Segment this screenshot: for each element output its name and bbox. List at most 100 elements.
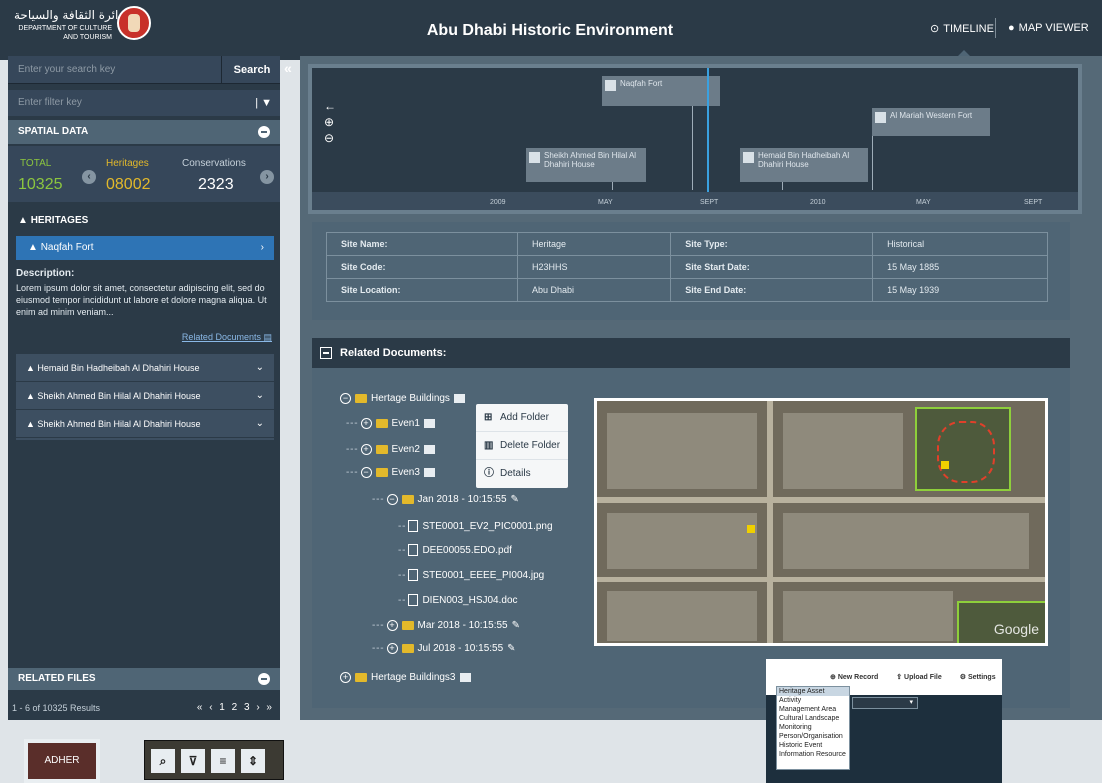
- list-item[interactable]: ▲ Hemaid Bin Hadheibah Al Dhahiri House ⌄: [16, 354, 274, 382]
- adher-button[interactable]: ADHER: [24, 739, 100, 783]
- file-name: DIEN003_HSJ04.doc: [422, 594, 518, 606]
- collapse-node-icon[interactable]: −: [386, 494, 398, 505]
- dropdown-option[interactable]: Monitoring: [777, 723, 849, 732]
- edit-icon[interactable]: ✎: [507, 643, 515, 654]
- timeline-event[interactable]: Naqfah Fort: [602, 76, 720, 106]
- site-location-value: Abu Dhabi: [516, 278, 672, 302]
- pagination[interactable]: « ‹ 1 2 3 › »: [197, 698, 274, 718]
- sort-icon[interactable]: ⇕: [241, 749, 265, 773]
- site-info-table: Site Name: Heritage Site Type: Historica…: [326, 232, 1048, 302]
- map-marker-icon[interactable]: [747, 525, 755, 533]
- timeline-panel[interactable]: ← ⊕ ⊖ Naqfah Fort Sheikh Ahmed Bin Hilal…: [308, 64, 1082, 214]
- dropdown-option[interactable]: Historic Event: [777, 741, 849, 750]
- related-files-header[interactable]: RELATED FILES: [8, 668, 280, 690]
- dropdown-option[interactable]: Management Area: [777, 705, 849, 714]
- funnel-icon[interactable]: | ▼: [255, 90, 272, 116]
- collapse-node-icon[interactable]: −: [360, 467, 372, 478]
- new-record-button[interactable]: ⊕ New Record: [830, 674, 886, 681]
- nav-map-viewer[interactable]: ● MAP VIEWER: [1008, 22, 1089, 34]
- open-folder-icon: [375, 468, 388, 477]
- collapse-minus-icon[interactable]: [258, 126, 270, 138]
- tree-node-root3[interactable]: + Hertage Buildings3: [340, 672, 471, 683]
- zoom-out-icon[interactable]: ⊖: [324, 130, 336, 146]
- stats-panel: TOTAL 10325 ‹ Heritages 08002 Conservati…: [8, 146, 280, 202]
- dropdown-option[interactable]: Cultural Landscape: [777, 714, 849, 723]
- map-block: [607, 513, 757, 569]
- zoom-in-icon[interactable]: ⊕: [324, 114, 336, 130]
- prev-arrow-icon[interactable]: ‹: [82, 170, 96, 184]
- tree-node-label: Hertage Buildings: [371, 393, 450, 404]
- related-documents-link[interactable]: Related Documents ▤: [16, 332, 272, 343]
- settings-button[interactable]: ⚙ Settings: [960, 674, 1004, 681]
- tree-node-even2[interactable]: - - - + Even2: [346, 444, 435, 455]
- spatial-data-header[interactable]: SPATIAL DATA: [8, 120, 280, 144]
- expand-node-icon[interactable]: +: [340, 672, 351, 683]
- expand-node-icon[interactable]: +: [386, 620, 398, 631]
- map-marker-icon[interactable]: [941, 461, 949, 469]
- record-panel-snippet: ⊕ New Record ⇪ Upload File ⚙ Settings ▾ …: [766, 659, 1002, 783]
- conservations-value: 2323: [198, 176, 234, 193]
- tree-node-root[interactable]: − Hertage Buildings: [340, 393, 465, 404]
- timeline-event[interactable]: Al Mariah Western Fort: [872, 108, 990, 136]
- search-tool-icon[interactable]: ⌕: [151, 749, 175, 773]
- folder-tag-icon: [459, 673, 471, 682]
- dropdown-option[interactable]: Activity: [777, 696, 849, 705]
- tree-node-even1[interactable]: - - - + Even1: [346, 418, 435, 429]
- list-item[interactable]: ▲ Sheikh Ahmed Bin Hilal Al Dhahiri Hous…: [16, 410, 274, 438]
- collapse-sidebar-icon[interactable]: «: [284, 60, 300, 78]
- file-icon: [408, 544, 419, 556]
- tree-file[interactable]: - - STE0001_EEEE_PI004.jpg: [398, 569, 544, 581]
- expand-node-icon[interactable]: +: [386, 643, 398, 654]
- delete-folder-menu-item[interactable]: ▥ Delete Folder: [476, 432, 568, 460]
- clock-icon: ⊙: [930, 23, 940, 35]
- tree-node-even3[interactable]: - - - − Even3: [346, 467, 435, 478]
- collapse-node-icon[interactable]: −: [340, 393, 351, 404]
- clear-filter-icon[interactable]: ⊽: [181, 749, 205, 773]
- timeline-event[interactable]: Hemaid Bin Hadheibah Al Dhahiri House: [740, 148, 868, 182]
- site-code-value: H23HHS: [516, 255, 672, 279]
- related-documents-link-label: Related Documents: [181, 332, 261, 342]
- upload-file-button[interactable]: ⇪ Upload File: [896, 674, 950, 681]
- related-documents-header[interactable]: Related Documents:: [312, 338, 1070, 368]
- tree-node-jul[interactable]: - - - + Jul 2018 - 10:15:55 ✎: [372, 643, 516, 654]
- tree-file[interactable]: - - STE0001_EV2_PIC0001.png: [398, 520, 553, 532]
- expand-node-icon[interactable]: +: [360, 418, 372, 429]
- logo-arabic-text: دائرة الثقافة والسياحة: [14, 8, 124, 22]
- details-menu-item[interactable]: ⓘ Details: [476, 460, 568, 488]
- search-button[interactable]: Search: [224, 56, 280, 84]
- chevron-down-icon[interactable]: ⌄: [256, 410, 264, 438]
- list-filter-icon[interactable]: ≡: [211, 749, 235, 773]
- chevron-down-icon[interactable]: ⌄: [256, 354, 264, 382]
- list-item[interactable]: ▲ Sheikh Ahmed Bin Hilal Al Dhahiri Hous…: [16, 382, 274, 410]
- dropdown-option[interactable]: Person/Organisation: [777, 732, 849, 741]
- collapse-square-icon[interactable]: [320, 347, 332, 359]
- satellite-map[interactable]: Google: [594, 398, 1048, 646]
- dropdown-option[interactable]: Heritage Asset: [777, 687, 849, 696]
- filter-input[interactable]: Enter filter key | ▼: [8, 90, 280, 116]
- search-input[interactable]: Enter your search key: [8, 56, 222, 84]
- map-road: [597, 497, 1045, 503]
- record-type-select[interactable]: ▾: [852, 697, 918, 709]
- edit-icon[interactable]: ✎: [511, 494, 519, 505]
- timeline-tick: MAY: [598, 199, 613, 206]
- timeline-event[interactable]: Sheikh Ahmed Bin Hilal Al Dhahiri House: [526, 148, 646, 182]
- filter-placeholder: Enter filter key: [18, 97, 82, 108]
- heritages-section-label: ▲ HERITAGES: [8, 210, 280, 232]
- tree-file[interactable]: - - DIEN003_HSJ04.doc: [398, 594, 518, 606]
- tree-node-jan[interactable]: - - - − Jan 2018 - 10:15:55 ✎: [372, 494, 519, 505]
- add-folder-menu-item[interactable]: ⊞ Add Folder: [476, 404, 568, 432]
- chevron-down-icon[interactable]: ⌄: [256, 382, 264, 410]
- tree-node-mar[interactable]: - - - + Mar 2018 - 10:15:55 ✎: [372, 620, 520, 631]
- map-block: [783, 591, 953, 641]
- dropdown-option[interactable]: Information Resource: [777, 750, 849, 759]
- selected-heritage-label: Naqfah Fort: [40, 242, 94, 253]
- edit-icon[interactable]: ✎: [512, 620, 520, 631]
- expand-node-icon[interactable]: +: [360, 444, 372, 455]
- back-arrow-icon[interactable]: ←: [324, 98, 336, 114]
- tree-file[interactable]: - - DEE00055.EDO.pdf: [398, 544, 512, 556]
- collapse-minus-icon[interactable]: [258, 673, 270, 685]
- timeline-current-marker[interactable]: [707, 68, 709, 194]
- nav-timeline[interactable]: ⊙ TIMELINE: [930, 22, 994, 36]
- selected-heritage-item[interactable]: ▲ Naqfah Fort ›: [16, 236, 274, 260]
- next-arrow-icon[interactable]: ›: [260, 170, 274, 184]
